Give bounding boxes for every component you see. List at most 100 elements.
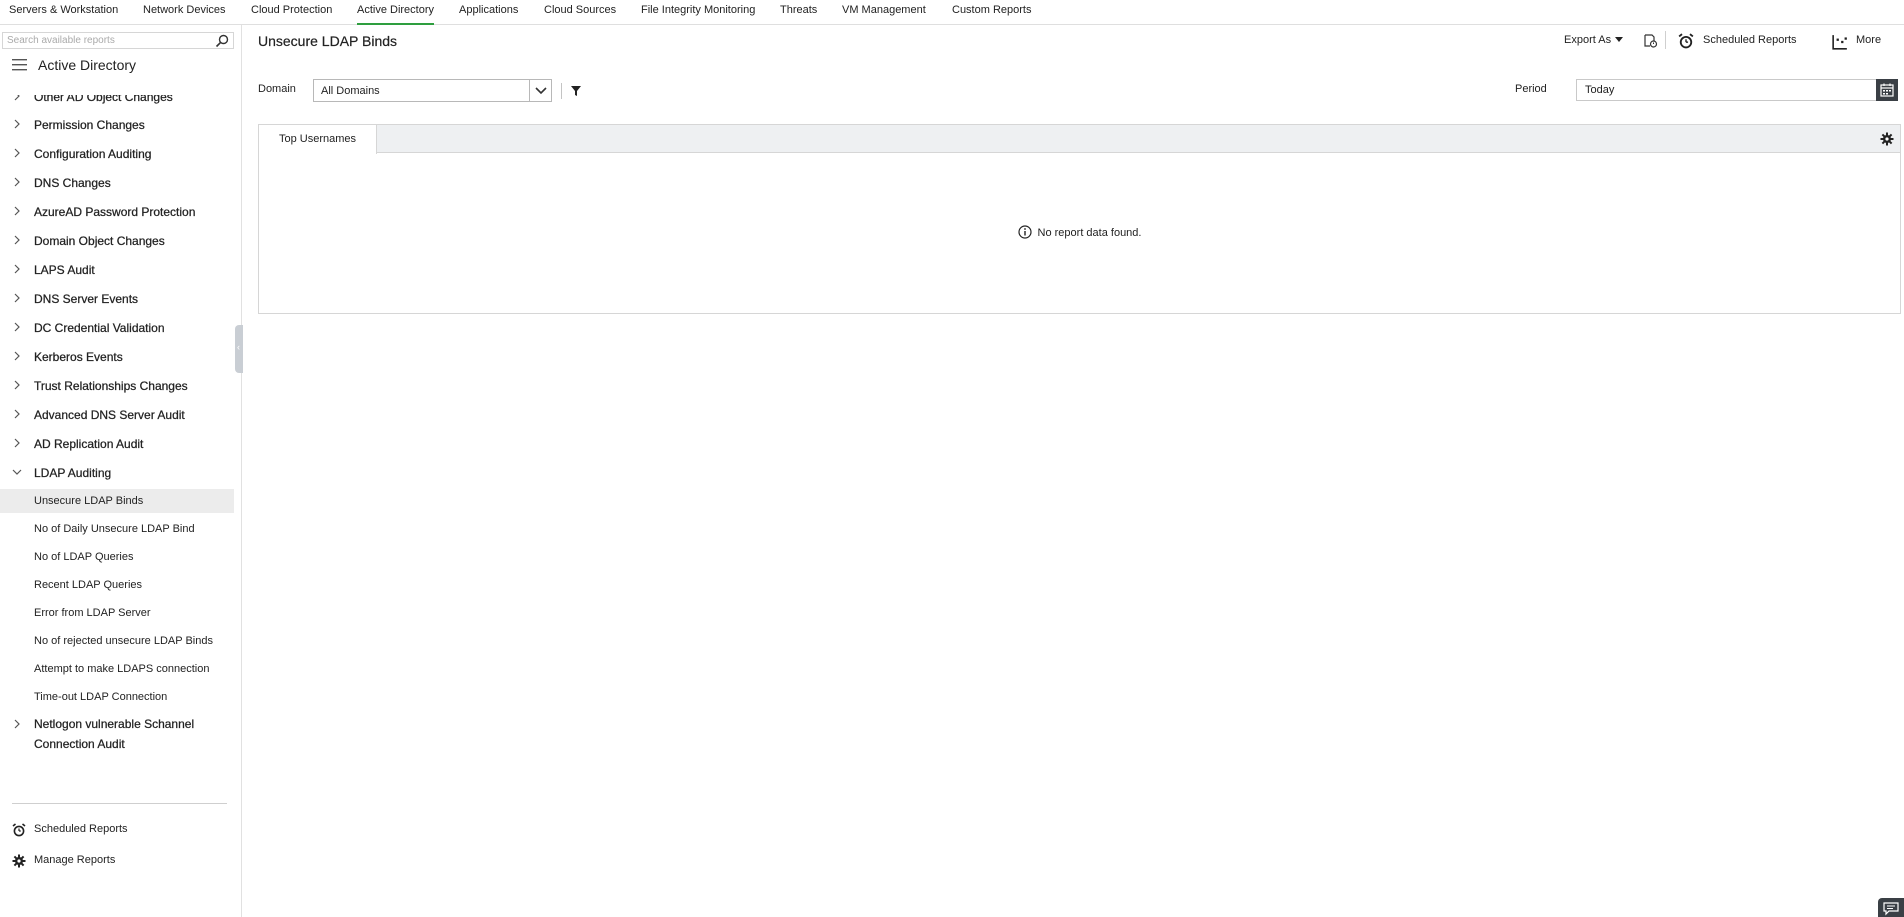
report-label: No of rejected unsecure LDAP Binds [34,635,213,647]
sidebar-item-laps-audit[interactable]: LAPS Audit [0,258,234,282]
sidebar-item-label: LDAP Auditing [34,466,112,480]
tab-active-directory[interactable]: Active Directory [357,0,435,25]
hamburger-menu-icon[interactable] [12,59,27,71]
report-no-of-rejected-unsecure-ldap-binds[interactable]: No of rejected unsecure LDAP Binds [0,629,234,653]
sidebar-manage-reports[interactable]: Manage Reports [12,851,232,871]
sidebar-item-netlogon-vulnerable-schannel[interactable]: Netlogon vulnerable Schannel Connection A… [0,713,234,755]
report-search [2,32,234,49]
info-icon [1017,225,1032,239]
scheduled-reports-button[interactable]: Scheduled Reports [1703,34,1797,46]
report-label: No of Daily Unsecure LDAP Bind [34,523,195,535]
empty-state-message: No report data found. [1037,227,1142,239]
sidebar-item-label: Domain Object Changes [34,234,165,248]
label-line-1: Netlogon vulnerable Schannel [34,717,195,731]
sidebar-item-trust-relationships-changes[interactable]: Trust Relationships Changes [0,374,234,398]
sidebar-item-azuread-password-protection[interactable]: AzureAD Password Protection [0,200,234,224]
tab-network-devices[interactable]: Network Devices [143,0,226,25]
sidebar-item-advanced-dns-server-audit[interactable]: Advanced DNS Server Audit [0,403,234,427]
chevron-right-icon [14,177,20,187]
period-picker[interactable]: Today [1576,79,1898,101]
tab-cloud-protection[interactable]: Cloud Protection [251,0,332,25]
chevron-right-icon [14,322,20,332]
search-icon[interactable] [215,34,229,48]
report-toolbar: Export As Scheduled Reports More [1564,31,1904,53]
report-settings-icon[interactable] [1642,33,1658,49]
chevron-right-icon [14,148,20,158]
report-error-from-ldap-server[interactable]: Error from LDAP Server [0,601,234,625]
chevron-down-icon [12,469,22,475]
report-label: Error from LDAP Server [34,607,151,619]
tab-file-integrity-monitoring[interactable]: File Integrity Monitoring [641,0,755,25]
report-no-of-daily-unsecure-ldap-bind[interactable]: No of Daily Unsecure LDAP Bind [0,517,234,541]
period-label: Period [1515,83,1547,95]
sidebar-item-dc-credential-validation[interactable]: DC Credential Validation [0,316,234,340]
panel-header: Top Usernames [259,125,1900,154]
sidebar-header: Active Directory [12,55,237,77]
domain-dropdown-toggle[interactable] [529,80,551,101]
tab-servers-workstation[interactable]: Servers & Workstation [9,0,118,25]
tab-label: Top Usernames [279,133,357,145]
scheduled-reports-label: Scheduled Reports [34,823,128,835]
sidebar-item-label: Kerberos Events [34,350,123,364]
sidebar-item-permission-changes[interactable]: Permission Changes [0,113,234,137]
chat-button[interactable] [1878,898,1904,917]
sidebar: Active Directory Other AD Object Changes… [0,25,243,917]
more-options-icon[interactable] [1832,34,1848,50]
tab-top-usernames[interactable]: Top Usernames [259,125,377,154]
sidebar-item-dns-server-events[interactable]: DNS Server Events [0,287,234,311]
manage-reports-label: Manage Reports [34,854,116,866]
sidebar-item-label: Trust Relationships Changes [34,379,188,393]
sidebar-item-dns-changes[interactable]: DNS Changes [0,171,234,195]
caret-down-icon [1615,37,1624,42]
search-input[interactable] [7,34,207,47]
sidebar-item-ad-replication-audit[interactable]: AD Replication Audit [0,432,234,456]
sidebar-divider [12,803,227,804]
page-title: Unsecure LDAP Binds [258,33,398,49]
more-button[interactable]: More [1856,34,1881,46]
calendar-button[interactable] [1876,79,1898,101]
sidebar-item-configuration-auditing[interactable]: Configuration Auditing [0,142,234,166]
filter-icon[interactable] [570,85,582,97]
sidebar-item-domain-object-changes[interactable]: Domain Object Changes [0,229,234,253]
report-no-of-ldap-queries[interactable]: No of LDAP Queries [0,545,234,569]
chevron-right-icon [14,719,20,729]
collapse-arrow-icon: ‹ [237,342,240,352]
export-as-button[interactable]: Export As [1564,34,1624,46]
chevron-right-icon [14,351,20,361]
chevron-right-icon [14,235,20,245]
chat-icon [1883,902,1899,916]
domain-label: Domain [258,83,296,95]
label-line-2: Connection Audit [34,737,125,751]
alarm-clock-icon [12,823,26,837]
report-unsecure-ldap-binds[interactable]: Unsecure LDAP Binds [0,489,234,513]
sidebar-item-label: Configuration Auditing [34,147,152,161]
report-attempt-to-make-ldaps-connection[interactable]: Attempt to make LDAPS connection [0,657,234,681]
sidebar-item-kerberos-events[interactable]: Kerberos Events [0,345,234,369]
chevron-right-icon [14,438,20,448]
sidebar-item-label: DNS Changes [34,176,111,190]
tab-vm-management[interactable]: VM Management [842,0,926,25]
report-label: No of LDAP Queries [34,551,134,563]
domain-selected-value: All Domains [321,85,380,97]
chevron-right-icon [14,95,20,101]
sidebar-item-label: AzureAD Password Protection [34,205,196,219]
sidebar-item-ldap-auditing[interactable]: LDAP Auditing [0,461,234,485]
report-label: Time-out LDAP Connection [34,691,168,703]
chevron-right-icon [14,409,20,419]
tab-applications[interactable]: Applications [459,0,518,25]
sidebar-title: Active Directory [38,57,137,73]
period-value: Today [1585,84,1615,96]
gear-icon[interactable] [1880,132,1894,146]
report-time-out-ldap-connection[interactable]: Time-out LDAP Connection [0,685,234,709]
report-recent-ldap-queries[interactable]: Recent LDAP Queries [0,573,234,597]
tab-cloud-sources[interactable]: Cloud Sources [544,0,616,25]
tab-custom-reports[interactable]: Custom Reports [952,0,1031,25]
alarm-clock-icon[interactable] [1678,33,1694,49]
domain-select[interactable]: All Domains [313,79,552,102]
tab-threats[interactable]: Threats [780,0,817,25]
chevron-right-icon [14,380,20,390]
sidebar-item-other-ad-object-changes[interactable]: Other AD Object Changes [0,95,234,109]
calendar-icon [1880,83,1894,97]
sidebar-scheduled-reports[interactable]: Scheduled Reports [12,820,232,840]
sidebar-collapse-handle[interactable]: ‹ [235,325,243,373]
